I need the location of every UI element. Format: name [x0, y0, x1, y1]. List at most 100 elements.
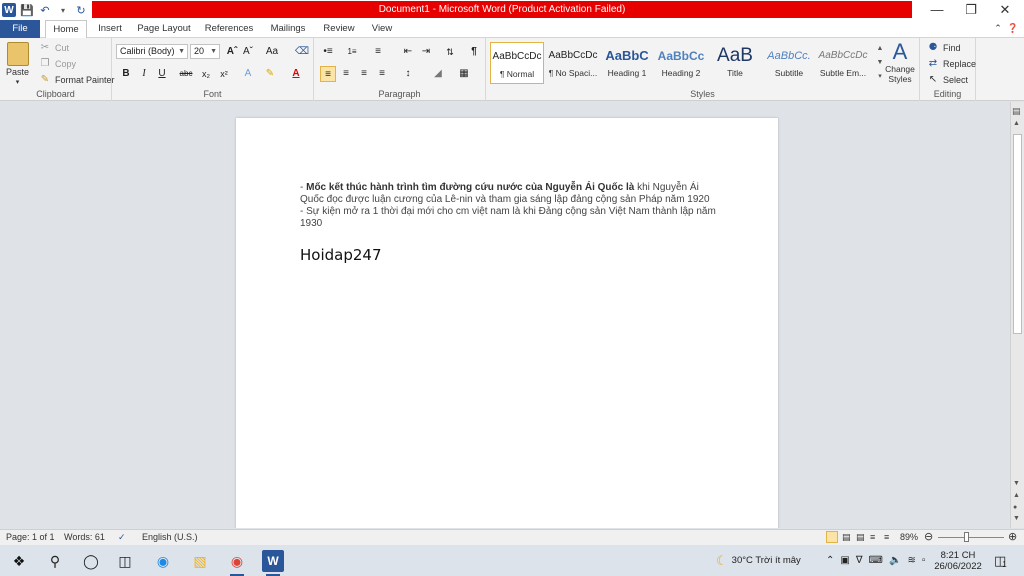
zoom-level[interactable]: 89%	[900, 532, 918, 542]
language-indicator[interactable]: English (U.S.)	[142, 532, 198, 542]
scrollbar-thumb[interactable]	[1013, 134, 1022, 334]
clock[interactable]: 8:21 CH 26/06/2022	[934, 545, 982, 576]
zoom-slider-thumb[interactable]	[964, 532, 969, 542]
clear-formatting-icon[interactable]: ⌫	[294, 44, 310, 60]
keyboard-icon[interactable]: ⌨	[869, 555, 883, 566]
text-effects-icon[interactable]: A	[240, 66, 256, 82]
style-title[interactable]: AaB Title	[708, 42, 762, 84]
weather-widget[interactable]: ☾ 30°C Trời ít mây	[716, 545, 801, 576]
file-explorer-icon[interactable]: ▧	[189, 550, 211, 572]
minimize-button[interactable]: —	[920, 0, 954, 20]
wifi-icon[interactable]: ≋	[907, 555, 915, 566]
bullets-icon[interactable]: •≡	[320, 44, 336, 60]
web-layout-icon[interactable]: ▤	[856, 532, 865, 543]
style-heading-2[interactable]: AaBbCc Heading 2	[654, 42, 708, 84]
next-page-icon[interactable]: ▼	[1013, 515, 1020, 522]
style-heading-1[interactable]: AaBbC Heading 1	[600, 42, 654, 84]
underline-button[interactable]: U	[154, 66, 170, 82]
tab-page-layout[interactable]: Page Layout	[136, 20, 192, 38]
language-icon[interactable]: ▫	[922, 555, 926, 566]
style-no-spacing[interactable]: AaBbCcDc ¶ No Spaci...	[546, 42, 600, 84]
volume-icon[interactable]: 🔈	[889, 555, 901, 566]
tab-mailings[interactable]: Mailings	[266, 20, 310, 38]
subscript-button[interactable]: x₂	[198, 66, 214, 82]
format-painter-button[interactable]: ✎ Format Painter	[38, 73, 115, 87]
tab-review[interactable]: Review	[320, 20, 358, 38]
word-count[interactable]: Words: 61	[64, 532, 105, 542]
document-page[interactable]: - Mốc kết thúc hành trình tìm đường cứu …	[236, 118, 778, 528]
windows-start-icon[interactable]: ❖	[8, 550, 30, 572]
ruler-toggle-icon[interactable]: ▤	[1012, 106, 1021, 117]
style-subtitle[interactable]: AaBbCc. Subtitle	[762, 42, 816, 84]
cut-button[interactable]: ✂ Cut	[38, 41, 69, 55]
full-screen-reading-icon[interactable]: ▤	[842, 532, 851, 543]
copy-button[interactable]: ❐ Copy	[38, 57, 77, 71]
align-right-button[interactable]: ≡	[356, 66, 372, 82]
tab-insert[interactable]: Insert	[92, 20, 128, 38]
justify-button[interactable]: ≡	[374, 66, 390, 82]
align-left-button[interactable]: ≡	[320, 66, 336, 82]
superscript-button[interactable]: x²	[216, 66, 232, 82]
select-button[interactable]: ↖ Select	[926, 73, 968, 87]
task-view-icon[interactable]: ◫	[114, 550, 136, 572]
replace-button[interactable]: ⇄ Replace	[926, 57, 976, 71]
change-case-icon[interactable]: Aa	[264, 44, 280, 60]
decrease-indent-icon[interactable]: ⇤	[400, 44, 416, 60]
change-styles-button[interactable]: A Change Styles	[884, 40, 916, 85]
font-family-select[interactable]: Calibri (Body) ▼	[116, 44, 188, 59]
strikethrough-button[interactable]: abc	[178, 66, 194, 82]
style-subtle-emphasis[interactable]: AaBbCcDc Subtle Em...	[816, 42, 870, 84]
chevron-up-icon[interactable]: ⌃	[826, 555, 834, 566]
chrome-icon[interactable]: ◉	[226, 550, 248, 576]
search-icon[interactable]: ⚲	[44, 550, 66, 572]
print-layout-icon[interactable]	[826, 531, 838, 543]
zoom-slider[interactable]	[938, 537, 1004, 538]
pen-icon[interactable]: ∇	[856, 555, 863, 566]
numbering-icon[interactable]: 1≡	[344, 44, 360, 60]
zoom-in-icon[interactable]: ⊕	[1008, 530, 1017, 543]
word-taskbar-icon[interactable]: W	[262, 550, 284, 576]
tab-home[interactable]: Home	[45, 20, 87, 39]
shading-icon[interactable]: ◢	[430, 66, 446, 82]
italic-button[interactable]: I	[136, 66, 152, 82]
vertical-scrollbar[interactable]: ▤ ▲ ▼ ▲ ● ▼	[1010, 102, 1024, 528]
line-spacing-icon[interactable]: ↕	[400, 66, 416, 82]
align-center-button[interactable]: ≡	[338, 66, 354, 82]
paste-button[interactable]: Paste ▾	[6, 42, 29, 86]
grow-font-icon[interactable]: Aˆ	[224, 44, 240, 60]
find-button[interactable]: ⚈ Find	[926, 41, 961, 55]
sort-icon[interactable]: ⇅	[442, 44, 458, 60]
scroll-down-icon[interactable]: ▼	[1013, 480, 1020, 487]
document-body[interactable]: - Mốc kết thúc hành trình tìm đường cứu …	[300, 182, 720, 230]
draft-icon[interactable]: ≡	[884, 532, 889, 542]
highlight-icon[interactable]: ✎	[262, 66, 278, 82]
notifications-button[interactable]: ◫ 1	[994, 545, 1007, 576]
shrink-font-icon[interactable]: Aˇ	[240, 44, 256, 60]
increase-indent-icon[interactable]: ⇥	[418, 44, 434, 60]
font-color-icon[interactable]: A	[288, 66, 304, 82]
page-count[interactable]: Page: 1 of 1	[6, 532, 55, 542]
restore-button[interactable]: ❐	[954, 0, 988, 20]
close-button[interactable]: ✕	[988, 0, 1022, 20]
previous-page-icon[interactable]: ▲	[1013, 492, 1020, 499]
bold-button[interactable]: B	[118, 66, 134, 82]
redo-icon[interactable]: ↻	[74, 3, 88, 17]
cortana-icon[interactable]: ◯	[80, 550, 102, 572]
minimize-ribbon-icon[interactable]: ⌃	[992, 20, 1004, 38]
tab-references[interactable]: References	[202, 20, 256, 38]
word-icon[interactable]: W	[2, 3, 16, 17]
screen-icon[interactable]: ▣	[840, 555, 849, 566]
borders-icon[interactable]: ▦	[456, 66, 472, 82]
zoom-out-icon[interactable]: ⊖	[924, 530, 933, 543]
multilevel-list-icon[interactable]: ≡	[370, 44, 386, 60]
tab-view[interactable]: View	[367, 20, 397, 38]
help-icon[interactable]: ❓	[1006, 20, 1020, 38]
proofing-icon[interactable]: ✓	[118, 532, 126, 543]
edge-icon[interactable]: ◉	[152, 550, 174, 572]
undo-dropdown-icon[interactable]: ▾	[56, 3, 70, 17]
tab-file[interactable]: File	[0, 20, 40, 38]
font-size-select[interactable]: 20 ▼	[190, 44, 220, 59]
scroll-up-icon[interactable]: ▲	[1013, 120, 1020, 127]
show-formatting-icon[interactable]: ¶	[466, 44, 482, 60]
style-normal[interactable]: AaBbCcDc ¶ Normal	[490, 42, 544, 84]
